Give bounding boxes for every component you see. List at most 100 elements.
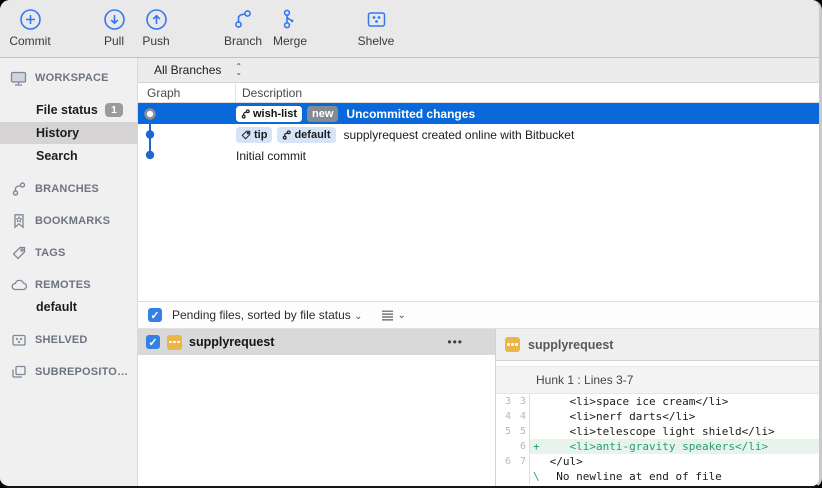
merge-icon xyxy=(278,7,302,31)
shelved-label: SHELVED xyxy=(35,334,88,346)
pull-button[interactable]: Pull xyxy=(95,0,133,48)
branch-badge-wishlist: wish-list xyxy=(236,106,302,122)
new-badge: new xyxy=(307,106,338,122)
chevron-down-icon: ⌄ xyxy=(235,70,242,76)
merge-button[interactable]: Merge xyxy=(267,0,313,48)
branch-filter-bar: All Branches ⌃ ⌄ xyxy=(138,58,819,83)
sidebar-section-remotes[interactable]: REMOTES xyxy=(0,275,137,295)
main-pane: All Branches ⌃ ⌄ Graph Description wish-… xyxy=(138,58,819,486)
sidebar-section-subrepositories[interactable]: SUBREPOSITO… xyxy=(0,362,137,382)
sidebar-item-file-status[interactable]: File status 1 xyxy=(0,99,137,121)
sidebar-section-shelved[interactable]: SHELVED xyxy=(0,330,137,350)
commit-row-uncommitted[interactable]: wish-list new Uncommitted changes xyxy=(138,103,819,124)
search-label: Search xyxy=(36,149,78,163)
content-area: WORKSPACE File status 1 History Search B… xyxy=(0,58,819,486)
file-status-label: File status xyxy=(36,103,98,117)
pending-files-label: Pending files, sorted by file status xyxy=(172,308,351,322)
commit-message: Uncommitted changes xyxy=(346,107,475,121)
commit-label: Commit xyxy=(9,34,50,48)
bookmark-star-icon xyxy=(10,213,27,230)
modified-file-icon xyxy=(167,335,182,350)
diff-pane: supplyrequest Hunk 1 : Lines 3-7 33 <li>… xyxy=(496,329,819,486)
shelve-label: Shelve xyxy=(358,34,395,48)
branch-button[interactable]: Branch xyxy=(219,0,267,48)
hunk-header: Hunk 1 : Lines 3-7 xyxy=(496,366,819,394)
branch-glyph-icon xyxy=(282,130,291,140)
tag-badge-tip: tip xyxy=(236,127,272,143)
tag-glyph-icon xyxy=(241,130,251,140)
file-status-count-badge: 1 xyxy=(105,103,123,117)
merge-label: Merge xyxy=(273,34,307,48)
commit-history-list: wish-list new Uncommitted changes tip xyxy=(138,103,819,301)
sidebar-section-bookmarks[interactable]: BOOKMARKS xyxy=(0,211,137,231)
branch-label: Branch xyxy=(224,34,262,48)
bottom-split: ✓ supplyrequest ••• supplyrequest Hunk 1 xyxy=(138,328,819,486)
diff-line: 33 <li>space ice cream</li> xyxy=(496,394,819,409)
badge-label: default xyxy=(294,129,330,141)
column-header-graph[interactable]: Graph xyxy=(138,83,236,102)
sidebar-section-tags[interactable]: TAGS xyxy=(0,243,137,263)
subrepositories-icon xyxy=(10,364,27,381)
chevron-down-icon: ⌄ xyxy=(398,310,406,321)
history-column-headers: Graph Description xyxy=(138,83,819,103)
sidebar-item-remote-default[interactable]: default xyxy=(0,296,137,318)
diff-body: Hunk 1 : Lines 3-7 33 <li>space ice crea… xyxy=(496,361,819,486)
sidebar-item-history[interactable]: History xyxy=(0,122,137,144)
history-label: History xyxy=(36,126,79,140)
push-label: Push xyxy=(142,34,169,48)
branch-filter-stepper[interactable]: ⌃ ⌄ xyxy=(235,64,242,76)
file-more-button[interactable]: ••• xyxy=(447,335,463,349)
branches-label: BRANCHES xyxy=(35,183,99,195)
file-name: supplyrequest xyxy=(189,335,440,349)
tags-label: TAGS xyxy=(35,247,66,259)
list-lines-icon xyxy=(381,310,394,321)
commit-plus-icon xyxy=(18,7,42,31)
diff-line: 67 </ul> xyxy=(496,454,819,469)
commit-message: Initial commit xyxy=(236,149,306,163)
diff-file-title: supplyrequest xyxy=(528,338,613,352)
modified-file-icon xyxy=(505,337,520,352)
branch-badge-default: default xyxy=(277,127,335,143)
remotes-label: REMOTES xyxy=(35,279,91,291)
commit-row-initial[interactable]: Initial commit xyxy=(138,145,819,166)
view-options-button[interactable]: ⌄ xyxy=(381,310,406,321)
check-icon: ✓ xyxy=(148,336,157,349)
diff-line-no-newline: \ No newline at end of file xyxy=(496,469,819,484)
push-button[interactable]: Push xyxy=(135,0,177,48)
subrepositories-label: SUBREPOSITO… xyxy=(35,366,128,378)
branch-icon xyxy=(231,7,255,31)
shelve-button[interactable]: Shelve xyxy=(351,0,401,48)
pull-label: Pull xyxy=(104,34,124,48)
check-icon: ✓ xyxy=(150,309,159,322)
chevron-down-icon: ⌄ xyxy=(354,311,362,322)
diff-header: supplyrequest xyxy=(496,329,819,361)
pull-arrow-icon xyxy=(102,7,126,31)
tag-icon xyxy=(10,245,27,262)
remote-default-label: default xyxy=(36,300,77,314)
workspace-label: WORKSPACE xyxy=(35,72,109,84)
toolbar: Commit Pull Push Branch xyxy=(0,0,819,58)
branches-icon xyxy=(10,181,27,198)
pending-files-sort-dropdown[interactable]: Pending files, sorted by file status ⌄ xyxy=(172,308,363,322)
sidebar-item-search[interactable]: Search xyxy=(0,145,137,167)
branch-glyph-icon xyxy=(241,109,250,119)
badge-label: tip xyxy=(254,129,267,141)
badge-label: wish-list xyxy=(253,108,297,120)
shelved-icon xyxy=(10,332,27,349)
shelve-icon xyxy=(364,7,388,31)
file-list-pane: ✓ supplyrequest ••• xyxy=(138,329,496,486)
commit-row-tip[interactable]: tip default supplyrequest created online… xyxy=(138,124,819,145)
push-arrow-icon xyxy=(144,7,168,31)
column-header-description[interactable]: Description xyxy=(236,86,302,100)
badge-label: new xyxy=(312,108,333,120)
file-row-supplyrequest[interactable]: ✓ supplyrequest ••• xyxy=(138,329,495,355)
commit-message: supplyrequest created online with Bitbuc… xyxy=(344,128,575,142)
sidebar-section-branches[interactable]: BRANCHES xyxy=(0,179,137,199)
file-checkbox[interactable]: ✓ xyxy=(146,335,160,349)
sidebar: WORKSPACE File status 1 History Search B… xyxy=(0,58,138,486)
diff-line-added: 6 + <li>anti-gravity speakers</li> xyxy=(496,439,819,454)
workspace-monitor-icon xyxy=(10,70,27,87)
commit-button[interactable]: Commit xyxy=(4,0,56,48)
sourcetree-window: Commit Pull Push Branch xyxy=(0,0,822,488)
pending-files-checkbox[interactable]: ✓ xyxy=(148,308,162,322)
